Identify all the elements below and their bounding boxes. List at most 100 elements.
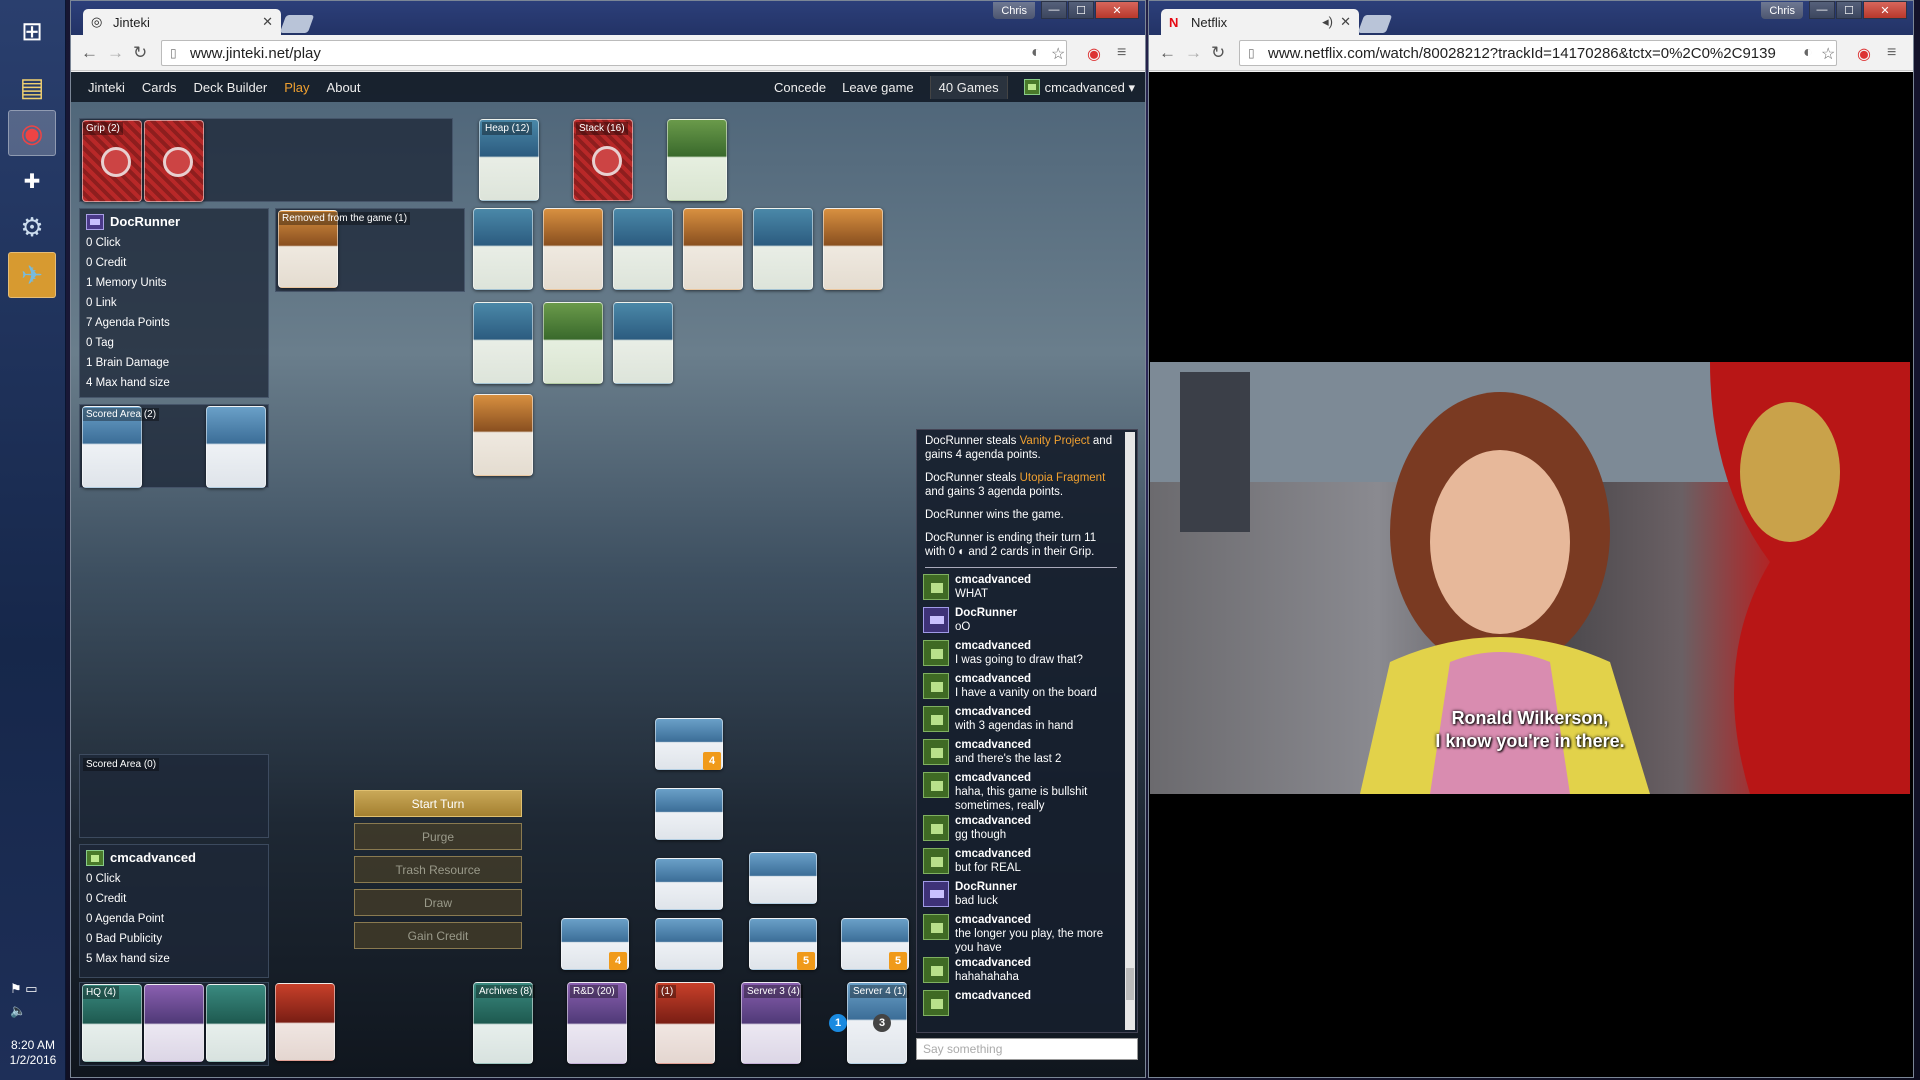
log-card-link[interactable]: Utopia Fragment (1020, 472, 1106, 484)
rig-card[interactable] (543, 208, 603, 290)
taskbar-clock[interactable]: 8:20 AM 1/2/2016 (0, 1038, 66, 1068)
forward-icon[interactable]: → (107, 43, 124, 63)
games-count[interactable]: 40 Games (929, 75, 1008, 99)
ice-card[interactable] (655, 858, 723, 910)
log-scrollbar[interactable] (1125, 432, 1135, 1030)
reload-icon[interactable]: ↻ (1211, 43, 1225, 63)
chat-text: hahahahaha (955, 971, 1019, 983)
corp-avatar-icon (923, 815, 949, 841)
hq-card[interactable] (206, 984, 266, 1062)
leave-game-link[interactable]: Leave game (842, 80, 914, 95)
tab-jinteki[interactable]: ◎ Jinteki ✕ (83, 9, 281, 35)
hq-card[interactable] (275, 983, 335, 1061)
bookmark-star-icon[interactable]: ☆ (1051, 44, 1065, 64)
archives-label: Archives (8) (476, 985, 536, 998)
app-pinned-icon[interactable]: ✈ (8, 252, 56, 298)
rig-card[interactable] (473, 302, 533, 384)
chrome-icon[interactable]: ◉ (8, 110, 56, 156)
nav-deck-builder[interactable]: Deck Builder (194, 80, 268, 95)
ice-card[interactable] (749, 852, 817, 904)
new-tab-button[interactable] (1357, 15, 1393, 33)
gamepad-icon[interactable]: ✚ (8, 158, 56, 204)
close-icon[interactable]: ✕ (1095, 1, 1139, 19)
profile-button[interactable]: Chris (1761, 2, 1803, 19)
corp-clicks: 0 Click (86, 873, 121, 885)
forward-icon[interactable]: → (1185, 43, 1202, 63)
rig-card[interactable] (473, 394, 533, 476)
nav-jinteki[interactable]: Jinteki (88, 80, 125, 95)
jinteki-navbar: Jinteki Cards Deck Builder Play About Co… (71, 72, 1145, 102)
corp-avatar-icon (923, 990, 949, 1016)
steam-icon[interactable]: ⚙ (8, 204, 56, 250)
maximize-icon[interactable]: ☐ (1068, 1, 1094, 19)
purge-button[interactable]: Purge (354, 823, 522, 850)
tab-close-icon[interactable]: ✕ (1340, 14, 1351, 30)
rig-card[interactable] (683, 208, 743, 290)
nav-about[interactable]: About (327, 80, 361, 95)
menu-icon[interactable]: ≡ (1887, 44, 1896, 62)
volume-icon[interactable]: 🔈 (10, 1000, 38, 1022)
game-log[interactable]: DocRunner steals Vanity Project and gain… (916, 429, 1138, 1033)
minimize-icon[interactable]: — (1809, 1, 1835, 19)
start-button-icon[interactable]: ⊞ (8, 8, 56, 54)
scored-agenda-card[interactable] (206, 406, 266, 488)
audio-playing-icon[interactable]: ◂) (1322, 14, 1333, 30)
rig-card[interactable] (613, 208, 673, 290)
grip-card[interactable] (144, 120, 204, 202)
tab-close-icon[interactable]: ✕ (262, 14, 273, 30)
tab-netflix[interactable]: N Netflix ◂) ✕ (1161, 9, 1359, 35)
runner-identity-card[interactable] (667, 119, 727, 201)
rd-label: R&D (20) (570, 985, 618, 998)
rig-card[interactable] (543, 302, 603, 384)
gain-credit-button[interactable]: Gain Credit (354, 922, 522, 949)
start-turn-button[interactable]: Start Turn (354, 790, 522, 817)
nav-play[interactable]: Play (284, 80, 309, 95)
corp-credits: 0 Credit (86, 893, 127, 905)
nav-cards[interactable]: Cards (142, 80, 177, 95)
extension-icon[interactable]: ◐ (1803, 44, 1813, 62)
back-icon[interactable]: ← (1159, 43, 1176, 63)
close-icon[interactable]: ✕ (1863, 1, 1907, 19)
chat-text: and there's the last 2 (955, 753, 1062, 765)
log-card-link[interactable]: Vanity Project (1020, 435, 1090, 447)
tray-flag-icon[interactable]: ⚑ ▭ (10, 978, 38, 1000)
ublock-icon[interactable]: ◉ (1087, 44, 1101, 64)
address-bar[interactable]: ▯ www.jinteki.net/play (161, 40, 1067, 66)
rig-card[interactable] (823, 208, 883, 290)
draw-button[interactable]: Draw (354, 889, 522, 916)
bookmark-star-icon[interactable]: ☆ (1821, 44, 1835, 64)
video-frame[interactable]: Ronald Wilkerson, I know you're in there… (1150, 362, 1910, 794)
ublock-icon[interactable]: ◉ (1857, 44, 1871, 64)
runner-memory: 1 Memory Units (86, 277, 167, 289)
clock-date: 1/2/2016 (9, 1053, 57, 1067)
scrollbar-thumb[interactable] (1126, 968, 1134, 1000)
chat-input[interactable]: Say something (916, 1038, 1138, 1060)
browser-toolbar: ← → ↻ ▯ www.netflix.com/watch/80028212?t… (1149, 35, 1913, 71)
page-icon: ▯ (1248, 46, 1255, 60)
concede-link[interactable]: Concede (774, 80, 826, 95)
maximize-icon[interactable]: ☐ (1836, 1, 1862, 19)
menu-icon[interactable]: ≡ (1117, 44, 1126, 62)
stack-label: Stack (16) (576, 122, 628, 135)
address-bar[interactable]: ▯ www.netflix.com/watch/80028212?trackId… (1239, 40, 1837, 66)
video-subtitle: Ronald Wilkerson, I know you're in there… (1150, 707, 1910, 753)
rig-card[interactable] (613, 302, 673, 384)
file-explorer-icon[interactable]: ▤ (8, 64, 56, 110)
minimize-icon[interactable]: — (1041, 1, 1067, 19)
back-icon[interactable]: ← (81, 43, 98, 63)
chat-message: cmcadvanced I was going to draw that? (921, 638, 1121, 671)
netflix-player[interactable]: Ronald Wilkerson, I know you're in there… (1149, 72, 1913, 1077)
ice-card[interactable] (655, 918, 723, 970)
server-4-label: Server 4 (1) (850, 985, 909, 998)
hq-card[interactable] (144, 984, 204, 1062)
reload-icon[interactable]: ↻ (133, 43, 147, 63)
new-tab-button[interactable] (279, 15, 315, 33)
rig-card[interactable] (753, 208, 813, 290)
profile-button[interactable]: Chris (993, 2, 1035, 19)
extension-icon[interactable]: ◐ (1031, 44, 1041, 62)
rig-card[interactable] (473, 208, 533, 290)
ice-card[interactable] (655, 788, 723, 840)
advancement-counter: 4 (703, 752, 721, 770)
trash-resource-button[interactable]: Trash Resource (354, 856, 522, 883)
user-menu[interactable]: cmcadvanced ▾ (1023, 78, 1135, 96)
